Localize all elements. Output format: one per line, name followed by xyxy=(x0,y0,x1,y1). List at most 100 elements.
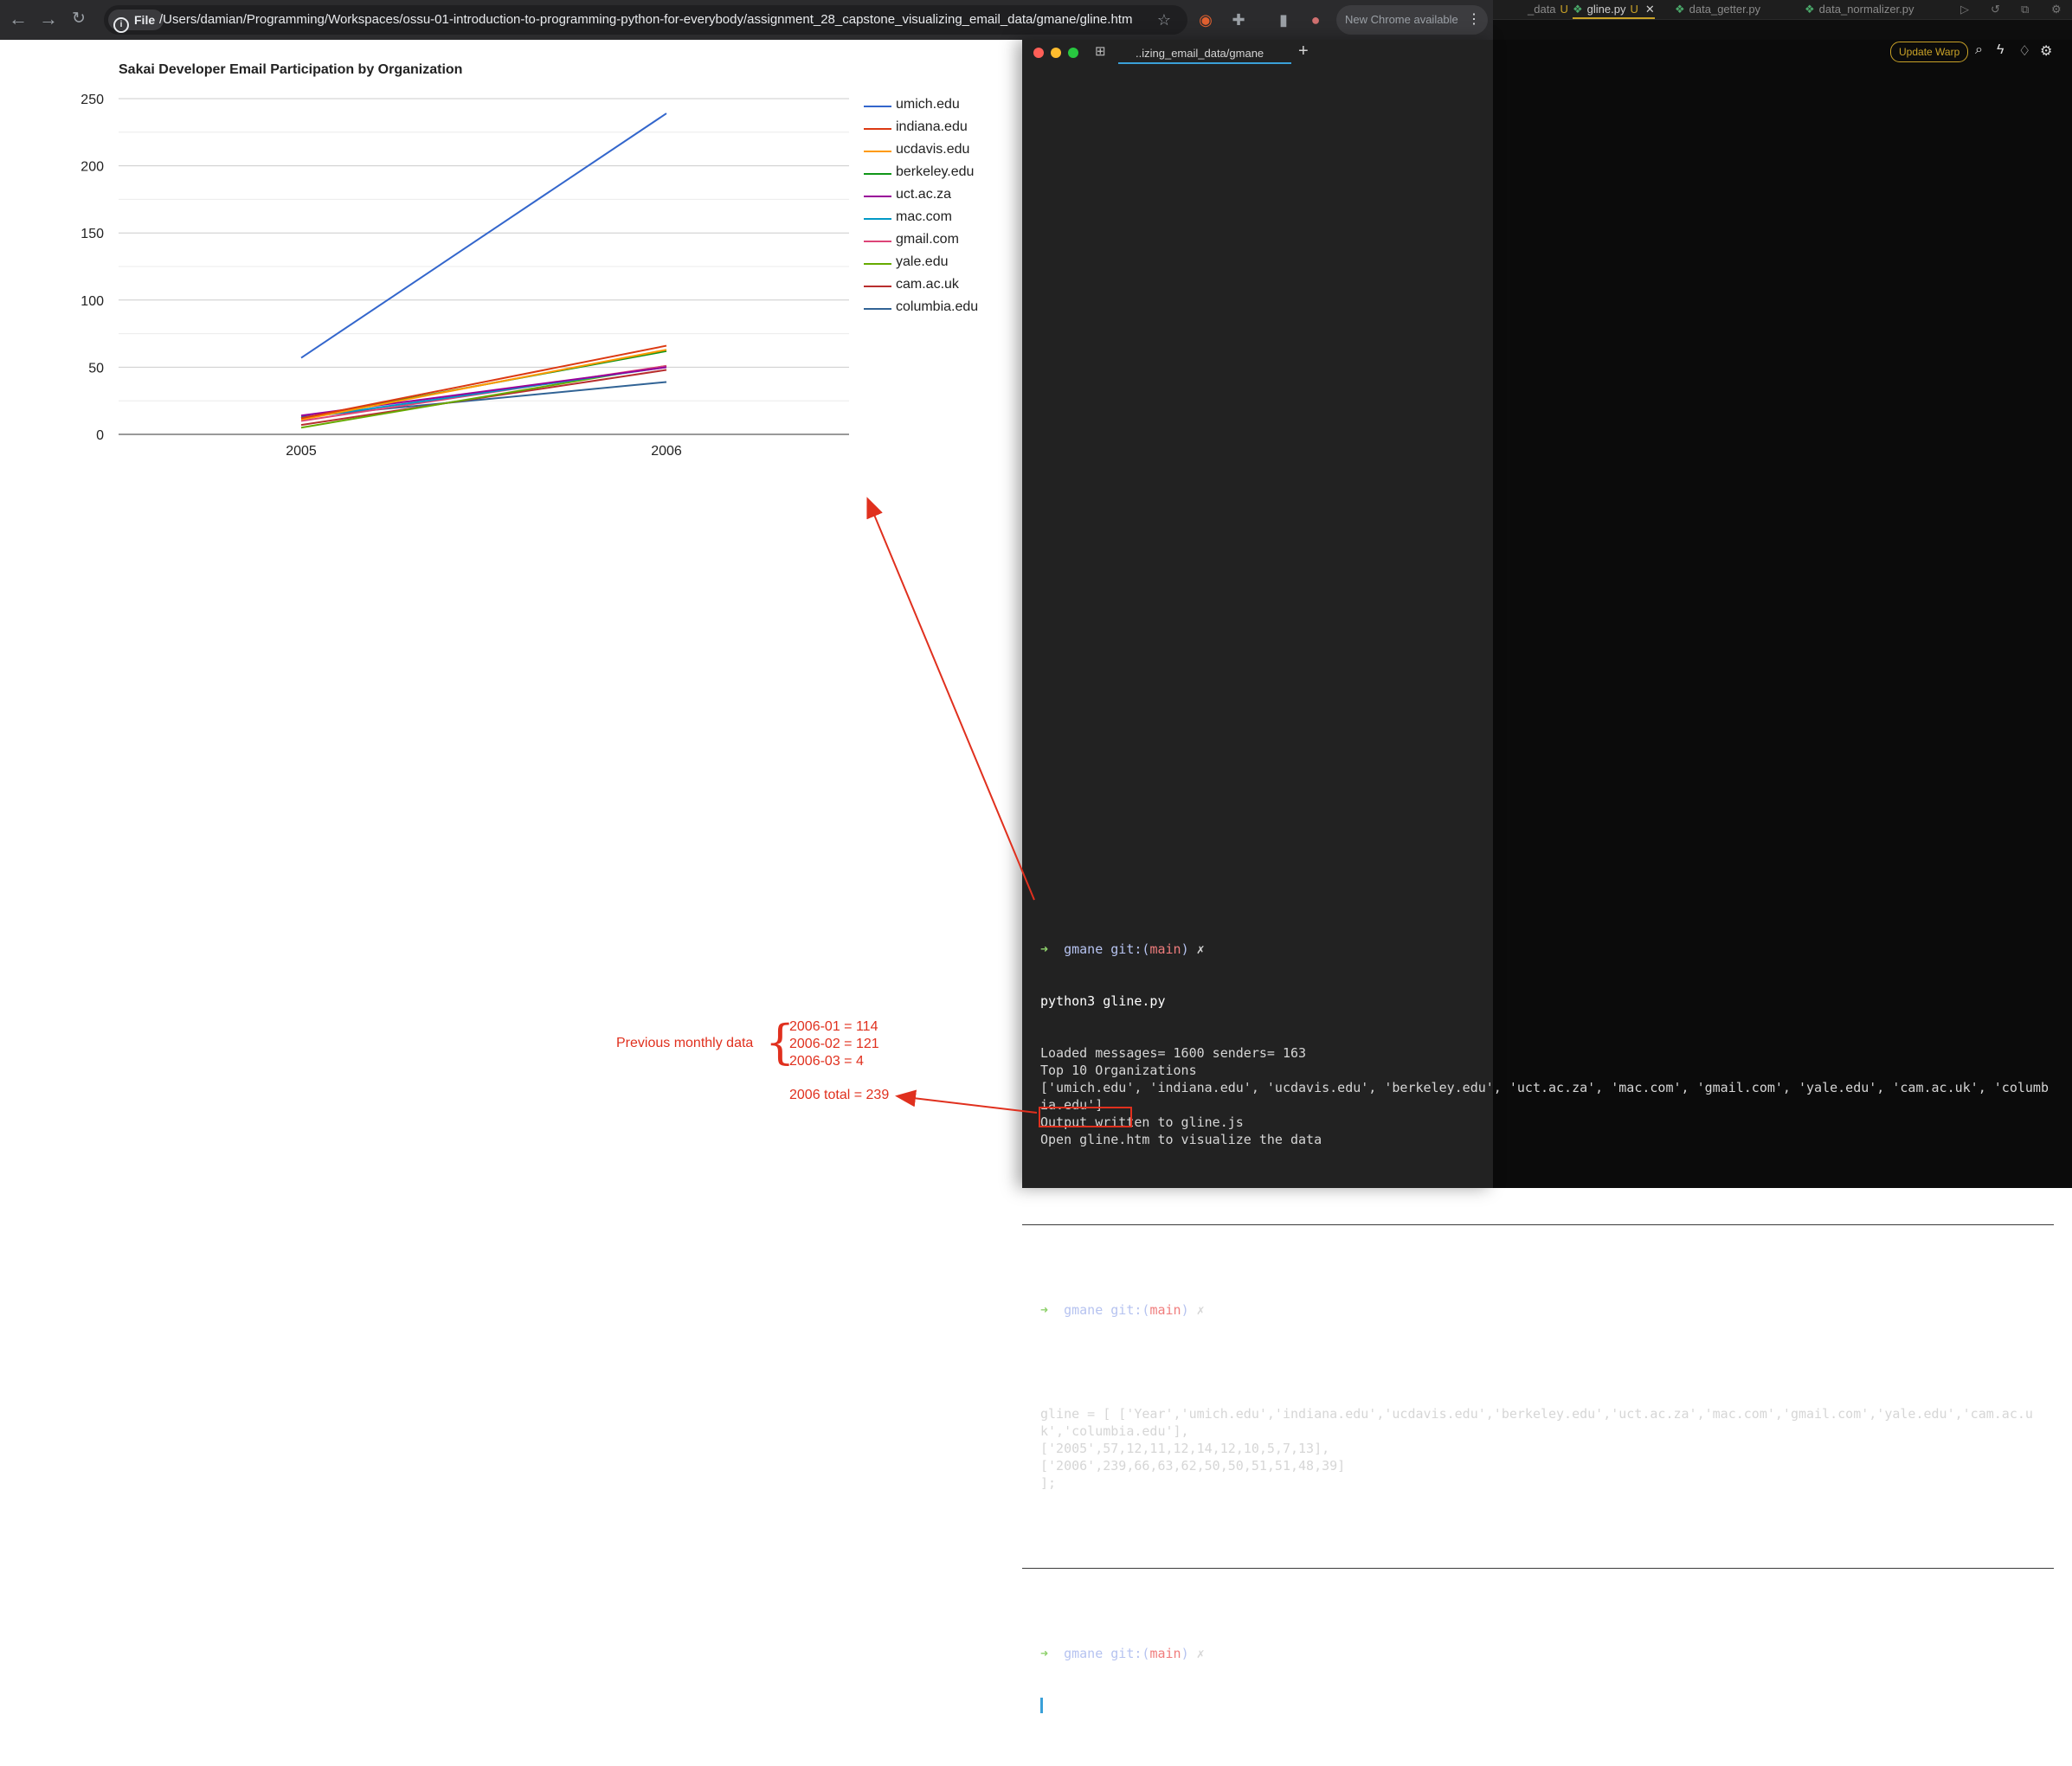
extension-icon[interactable]: ◉ xyxy=(1194,9,1217,31)
legend-item[interactable]: indiana.edu xyxy=(864,118,1011,140)
legend-item[interactable]: yale.edu xyxy=(864,253,1011,275)
bolt-icon[interactable]: ϟ xyxy=(1997,42,2004,58)
legend-swatch xyxy=(864,196,891,197)
terminal-command: python3 gline.py xyxy=(1040,993,1166,1009)
legend-item[interactable]: gmail.com xyxy=(864,230,1011,253)
split-icon[interactable]: ⧉ xyxy=(2021,3,2029,16)
legend-item[interactable]: berkeley.edu xyxy=(864,163,1011,185)
zoom-window-button[interactable] xyxy=(1068,48,1078,58)
prompt-line: ➜ gmane git:(main) ✗ xyxy=(1040,941,2053,958)
prompt-dirty-icon: ✗ xyxy=(1196,1302,1205,1318)
y-tick-label: 250 xyxy=(80,93,104,107)
y-tick-label: 150 xyxy=(80,227,104,241)
legend-swatch xyxy=(864,128,891,130)
python-file-icon: ❖ xyxy=(1573,3,1583,16)
menu-dots-icon[interactable]: ⋮ xyxy=(1467,5,1481,35)
prompt-git: git:( xyxy=(1110,941,1150,957)
prompt-arrow-icon: ➜ xyxy=(1040,1302,1049,1318)
legend-item[interactable]: cam.ac.uk xyxy=(864,275,1011,298)
gear-icon[interactable]: ⚙ xyxy=(2051,3,2062,16)
line-chart: 250 200 150 100 50 0 2005 2006 xyxy=(80,93,849,459)
block-divider xyxy=(1022,1568,2054,1569)
close-icon[interactable]: ✕ xyxy=(1645,3,1655,16)
editor-tab-gline[interactable]: ❖ gline.py U ✕ xyxy=(1573,3,1655,19)
legend-item[interactable]: umich.edu xyxy=(864,95,1011,118)
legend-swatch xyxy=(864,173,891,175)
prompt-branch: main xyxy=(1149,1646,1181,1661)
terminal-command-output: Loaded messages= 1600 senders= 163 Top 1… xyxy=(1040,1045,2049,1147)
close-window-button[interactable] xyxy=(1033,48,1044,58)
editor-tab-label: data_getter.py xyxy=(1689,3,1761,16)
prompt-git: git:( xyxy=(1110,1646,1150,1661)
legend-label: columbia.edu xyxy=(896,299,979,314)
text-caret xyxy=(1040,1698,1043,1713)
legend-swatch xyxy=(864,263,891,265)
legend-item[interactable]: ucdavis.edu xyxy=(864,140,1011,163)
prompt-git-close: ) xyxy=(1181,941,1189,957)
legend-item[interactable]: columbia.edu xyxy=(864,298,1011,320)
file-chip[interactable]: i File xyxy=(108,10,164,33)
terminal-tab[interactable]: ..izing_email_data/gmane xyxy=(1118,43,1291,64)
editor-tab-data[interactable]: _data U xyxy=(1528,3,1568,16)
new-tab-plus-icon[interactable]: + xyxy=(1298,42,1309,61)
annotation-highlight-box xyxy=(1039,1107,1132,1127)
back-icon[interactable]: ← xyxy=(7,8,29,30)
book-icon[interactable]: ⊞ xyxy=(1095,43,1106,59)
block-divider xyxy=(1022,1224,2054,1225)
editor-tab-flag: U xyxy=(1630,3,1638,16)
prompt-dir: gmane xyxy=(1064,1302,1104,1318)
prompt-dirty-icon: ✗ xyxy=(1196,941,1205,957)
update-warp-button[interactable]: Update Warp xyxy=(1890,42,1969,62)
file-chip-label: File xyxy=(134,13,156,27)
settings-gear-icon[interactable]: ⚙ xyxy=(2040,42,2052,60)
avatar[interactable]: ● xyxy=(1304,9,1327,31)
legend-item[interactable]: uct.ac.za xyxy=(864,185,1011,208)
reload-icon[interactable]: ↻ xyxy=(68,8,90,30)
editor-tab-label: _data xyxy=(1528,3,1556,16)
extensions-puzzle-icon[interactable]: ✚ xyxy=(1227,9,1250,31)
series-line-umich-edu xyxy=(300,112,667,359)
url-text[interactable]: /Users/damian/Programming/Workspaces/oss… xyxy=(159,11,1132,29)
legend-swatch xyxy=(864,241,891,242)
search-icon[interactable]: ⌕ xyxy=(1975,42,1983,58)
prompt-git-close: ) xyxy=(1181,1646,1189,1661)
history-icon[interactable]: ↺ xyxy=(1991,3,2000,16)
series-line-columbia-edu xyxy=(300,381,667,418)
terminal-block-2[interactable]: ➜ gmane git:(main) ✗ cat gline.js gline … xyxy=(1040,1267,2053,1526)
minimize-window-button[interactable] xyxy=(1051,48,1061,58)
annotation-month-line: 2006-02 = 121 xyxy=(789,1037,879,1051)
legend-item[interactable]: mac.com xyxy=(864,208,1011,230)
legend-swatch xyxy=(864,308,891,310)
annotation-arrow-to-chart xyxy=(866,497,1035,901)
legend-label: indiana.edu xyxy=(896,119,968,134)
y-tick-label: 50 xyxy=(88,361,104,376)
side-panel-icon[interactable]: ▮ xyxy=(1272,9,1295,31)
legend-label: cam.ac.uk xyxy=(896,277,959,292)
series-line-indiana-edu xyxy=(300,344,667,420)
forward-icon[interactable]: → xyxy=(37,8,60,30)
terminal-output: ➜ gmane git:(main) ✗ python3 gline.py Lo… xyxy=(1022,871,2054,1766)
legend-swatch xyxy=(864,106,891,107)
editor-tab-strip: _data U ❖ gline.py U ✕ ❖ data_getter.py ❖ data… xyxy=(1493,0,2072,20)
legend-label: uct.ac.za xyxy=(896,187,952,202)
chart-legend: umich.edu indiana.edu ucdavis.edu berkeley.… xyxy=(864,95,1011,320)
prompt-branch: main xyxy=(1149,1302,1181,1318)
annotation-month-line: 2006-01 = 114 xyxy=(789,1019,878,1034)
terminal-input[interactable] xyxy=(1040,1697,2053,1714)
x-tick-label: 2006 xyxy=(651,444,682,459)
bulb-icon[interactable]: ♢ xyxy=(2018,42,2030,60)
run-icon[interactable]: ▷ xyxy=(1960,3,1969,16)
prompt-line: ➜ gmane git:(main) ✗ xyxy=(1040,1645,2053,1662)
new-chrome-available-button[interactable]: New Chrome available ⋮ xyxy=(1336,5,1488,35)
editor-tab-data-getter[interactable]: ❖ data_getter.py xyxy=(1675,3,1760,16)
prompt-dir: gmane xyxy=(1064,941,1104,957)
y-tick-label: 200 xyxy=(80,160,104,175)
editor-tab-data-normalizer[interactable]: ❖ data_normalizer.py xyxy=(1805,3,1914,16)
annotation-total: 2006 total = 239 xyxy=(789,1088,890,1102)
annotation-previous-monthly-label: Previous monthly data xyxy=(616,1036,754,1050)
python-file-icon: ❖ xyxy=(1805,3,1815,16)
terminal-block-1[interactable]: ➜ gmane git:(main) ✗ python3 gline.py Lo… xyxy=(1040,906,2053,1183)
terminal-input-block[interactable]: ➜ gmane git:(main) ✗ xyxy=(1040,1610,2053,1749)
prompt-git-close: ) xyxy=(1181,1302,1189,1318)
bookmark-star-icon[interactable]: ☆ xyxy=(1153,9,1175,31)
